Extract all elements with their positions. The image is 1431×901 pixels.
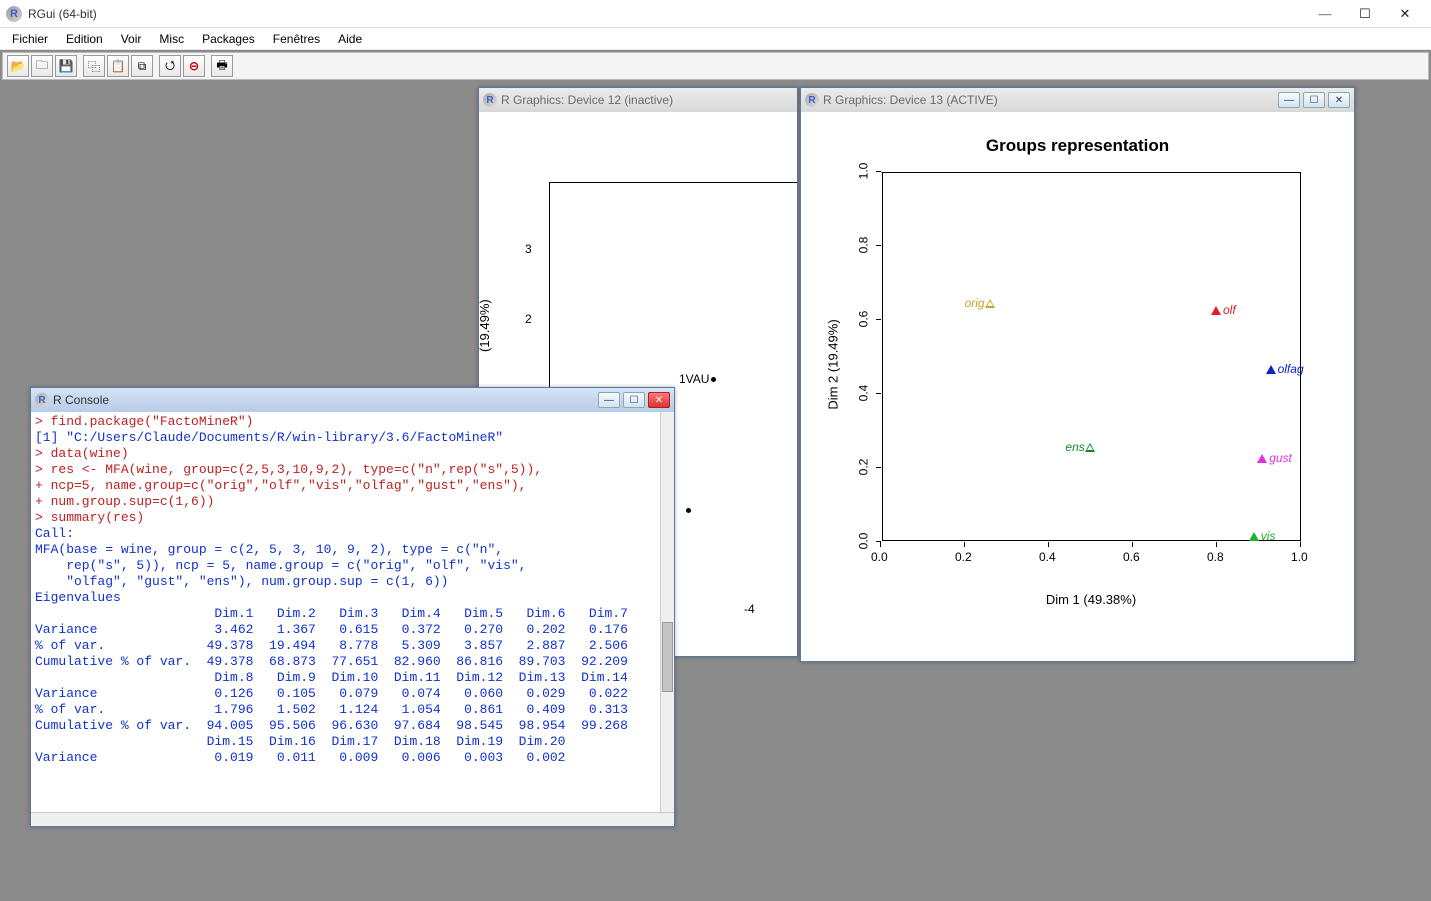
console-line: + num.group.sup=c(1,6)): [35, 494, 670, 510]
console-line: > summary(res): [35, 510, 670, 526]
mdi-area: R R Graphics: Device 12 (inactive) (19.4…: [0, 82, 1431, 901]
console-body[interactable]: > find.package("FactoMineR")[1] "C:/User…: [31, 412, 674, 812]
gfx13-plot: Groups representation Dim 1 (49.38%) Dim…: [801, 112, 1354, 661]
gfx12-xtick: -4: [744, 602, 755, 616]
console-line: Variance 0.019 0.011 0.009 0.006 0.003 0…: [35, 750, 670, 766]
console-line: > find.package("FactoMineR"): [35, 414, 670, 430]
console-line: Dim.8 Dim.9 Dim.10 Dim.11 Dim.12 Dim.13 …: [35, 670, 670, 686]
console-line: Variance 3.462 1.367 0.615 0.372 0.270 0…: [35, 622, 670, 638]
r-console-window[interactable]: R R Console — ☐ ✕ > find.package("FactoM…: [30, 387, 675, 827]
y-tick-label: 0.4: [856, 385, 870, 402]
y-tick-label: 0.0: [856, 533, 870, 550]
save-icon[interactable]: 💾: [55, 55, 77, 77]
console-line: % of var. 49.378 19.494 8.778 5.309 3.85…: [35, 638, 670, 654]
console-title: R Console: [53, 393, 598, 407]
menu-voir[interactable]: Voir: [113, 30, 150, 48]
app-title: RGui (64-bit): [28, 7, 1305, 21]
print-icon[interactable]: 🖶: [211, 55, 233, 77]
paste-icon[interactable]: 📋: [107, 55, 129, 77]
load-workspace-icon[interactable]: 🗀: [31, 55, 53, 77]
x-tick-label: 1.0: [1291, 550, 1308, 564]
r-logo-icon: R: [6, 6, 22, 22]
gfx13-max-button[interactable]: ☐: [1303, 92, 1325, 108]
console-min-button[interactable]: —: [598, 392, 620, 408]
gfx12-point-label: 1VAU: [679, 372, 716, 386]
gfx13-title: R Graphics: Device 13 (ACTIVE): [823, 93, 1278, 107]
copy-paste-icon[interactable]: ⧉: [131, 55, 153, 77]
y-tick-label: 0.6: [856, 311, 870, 328]
console-hscrollbar[interactable]: [31, 812, 674, 826]
y-tick-label: 1.0: [856, 163, 870, 180]
console-line: rep("s", 5)), ncp = 5, name.group = c("o…: [35, 558, 670, 574]
x-tick-label: 0.4: [1039, 550, 1056, 564]
close-button[interactable]: ✕: [1385, 3, 1425, 25]
y-tick-label: 0.2: [856, 459, 870, 476]
r-logo-icon: R: [483, 93, 497, 107]
copy-icon[interactable]: ⿻: [83, 55, 105, 77]
x-tick-label: 0.8: [1207, 550, 1224, 564]
console-line: Dim.15 Dim.16 Dim.17 Dim.18 Dim.19 Dim.2…: [35, 734, 670, 750]
y-tick-label: 0.8: [856, 237, 870, 254]
menu-fichier[interactable]: Fichier: [4, 30, 56, 48]
console-line: "olfag", "gust", "ens"), num.group.sup =…: [35, 574, 670, 590]
gfx12-point-dot2: [686, 502, 691, 516]
console-line: MFA(base = wine, group = c(2, 5, 3, 10, …: [35, 542, 670, 558]
console-line: Variance 0.126 0.105 0.079 0.074 0.060 0…: [35, 686, 670, 702]
gfx12-title: R Graphics: Device 12 (inactive): [501, 93, 793, 107]
plot-box: [881, 172, 1301, 542]
console-vscroll-thumb[interactable]: [662, 622, 673, 692]
chart-point-ens: ens: [1063, 440, 1094, 454]
x-tick-label: 0.2: [955, 550, 972, 564]
console-line: > res <- MFA(wine, group=c(2,5,3,10,9,2)…: [35, 462, 670, 478]
maximize-button[interactable]: ☐: [1345, 3, 1385, 25]
console-line: > data(wine): [35, 446, 670, 462]
chart-point-orig: orig: [963, 296, 995, 310]
console-line: % of var. 1.796 1.502 1.124 1.054 0.861 …: [35, 702, 670, 718]
console-vscrollbar[interactable]: [660, 412, 674, 812]
gfx13-titlebar[interactable]: R R Graphics: Device 13 (ACTIVE) — ☐ ✕: [801, 88, 1354, 112]
menu-fenetres[interactable]: Fenêtres: [265, 30, 328, 48]
console-line: Call:: [35, 526, 670, 542]
console-close-button[interactable]: ✕: [648, 392, 670, 408]
console-line: Cumulative % of var. 94.005 95.506 96.63…: [35, 718, 670, 734]
console-max-button[interactable]: ☐: [623, 392, 645, 408]
x-axis-label: Dim 1 (49.38%): [881, 592, 1301, 607]
chart-point-olfag: olfag: [1266, 362, 1304, 376]
r-logo-icon: R: [805, 93, 819, 107]
chart-title: Groups representation: [801, 136, 1354, 156]
minimize-button[interactable]: —: [1305, 3, 1345, 25]
menubar: Fichier Edition Voir Misc Packages Fenêt…: [0, 28, 1431, 50]
gfx13-min-button[interactable]: —: [1278, 92, 1300, 108]
console-line: + ncp=5, name.group=c("orig","olf","vis"…: [35, 478, 670, 494]
console-line: [1] "C:/Users/Claude/Documents/R/win-lib…: [35, 430, 670, 446]
menu-edition[interactable]: Edition: [58, 30, 111, 48]
toolbar: 📂 🗀 💾 ⿻ 📋 ⧉ ⭯ ⊝ 🖶: [2, 52, 1429, 80]
menu-aide[interactable]: Aide: [330, 30, 370, 48]
x-tick-label: 0.0: [871, 550, 888, 564]
menu-packages[interactable]: Packages: [194, 30, 263, 48]
stop-all-icon[interactable]: ⊝: [183, 55, 205, 77]
console-line: Cumulative % of var. 49.378 68.873 77.65…: [35, 654, 670, 670]
gfx13-close-button[interactable]: ✕: [1328, 92, 1350, 108]
chart-point-gust: gust: [1257, 451, 1292, 465]
y-axis-label: Dim 2 (19.49%): [826, 305, 841, 425]
chart-point-vis: vis: [1249, 529, 1276, 543]
gfx12-ytick-2: 2: [525, 312, 532, 326]
gfx12-ytick-3: 3: [525, 242, 532, 256]
console-line: Dim.1 Dim.2 Dim.3 Dim.4 Dim.5 Dim.6 Dim.…: [35, 606, 670, 622]
titlebar: R RGui (64-bit) — ☐ ✕: [0, 0, 1431, 28]
r-logo-icon: R: [35, 393, 49, 407]
chart-point-olf: olf: [1211, 303, 1236, 317]
stop-current-icon[interactable]: ⭯: [159, 55, 181, 77]
x-tick-label: 0.6: [1123, 550, 1140, 564]
console-titlebar[interactable]: R R Console — ☐ ✕: [31, 388, 674, 412]
menu-misc[interactable]: Misc: [151, 30, 192, 48]
open-icon[interactable]: 📂: [7, 55, 29, 77]
gfx12-titlebar[interactable]: R R Graphics: Device 12 (inactive): [479, 88, 797, 112]
console-line: Eigenvalues: [35, 590, 670, 606]
gfx12-ylabel: (19.49%): [477, 299, 492, 352]
graphics-window-13[interactable]: R R Graphics: Device 13 (ACTIVE) — ☐ ✕ G…: [800, 87, 1355, 662]
